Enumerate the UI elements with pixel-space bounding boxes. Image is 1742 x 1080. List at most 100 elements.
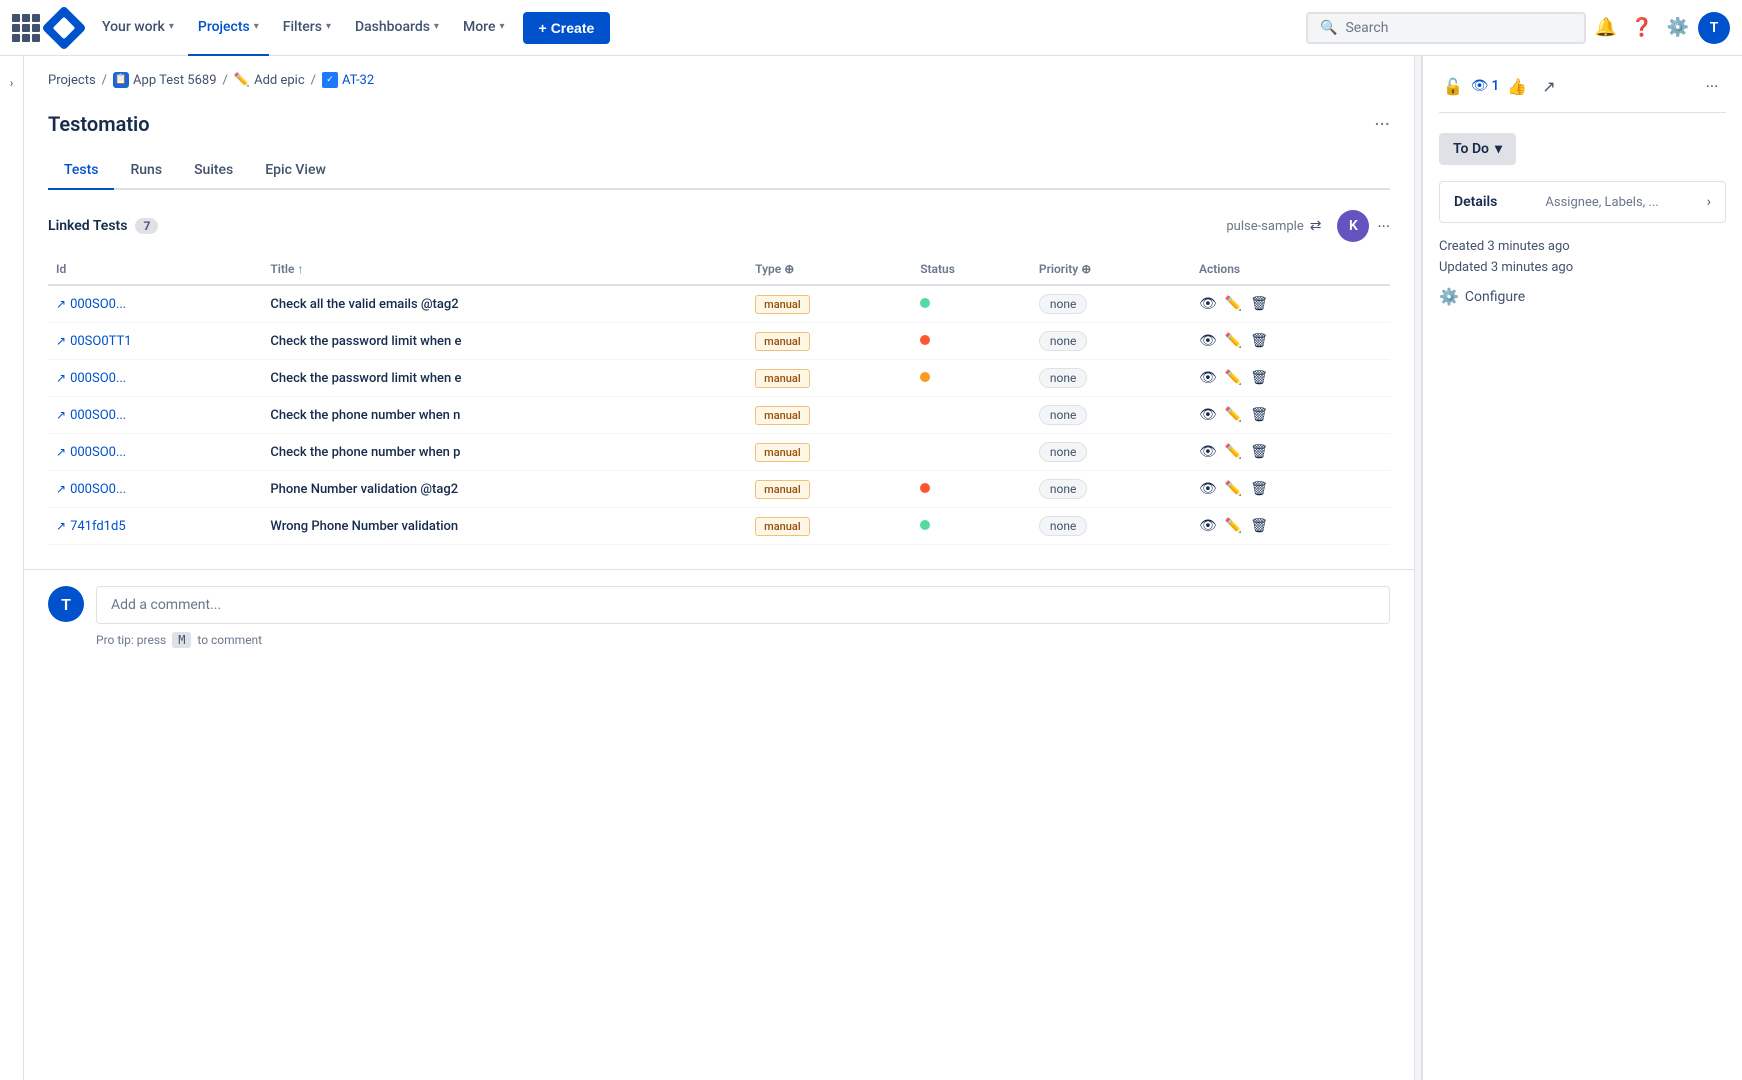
cell-status-2 [912, 360, 1031, 397]
projects-label: Projects [198, 19, 250, 35]
create-button[interactable]: + Create [523, 12, 611, 44]
test-id-link-0[interactable]: ↗ 000SO0... [56, 297, 254, 312]
test-id-link-1[interactable]: ↗ 00SO0TT1 [56, 334, 254, 349]
view-icon-4[interactable]: 👁 [1199, 444, 1217, 460]
edit-icon-6[interactable]: ✏️ [1225, 518, 1242, 534]
help-icon: ❓ [1631, 17, 1653, 38]
your-work-chevron: ▾ [169, 21, 174, 32]
delete-icon-6[interactable]: 🗑 [1250, 518, 1268, 534]
sidebar-toggle[interactable]: › [0, 56, 24, 1080]
tab-suites[interactable]: Suites [178, 152, 249, 190]
dashboards-nav[interactable]: Dashboards ▾ [345, 0, 449, 56]
filters-chevron: ▾ [326, 21, 331, 32]
search-box[interactable]: 🔍 Search [1306, 12, 1586, 44]
cell-title-2: Check the password limit when e [262, 360, 747, 397]
refresh-icon[interactable]: ⇄ [1310, 218, 1322, 234]
delete-icon-4[interactable]: 🗑 [1250, 444, 1268, 460]
view-icon-2[interactable]: 👁 [1199, 370, 1217, 386]
test-id-link-2[interactable]: ↗ 000SO0... [56, 371, 254, 386]
filters-nav[interactable]: Filters ▾ [273, 0, 341, 56]
user-avatar[interactable]: T [1698, 12, 1730, 44]
cell-title-4: Check the phone number when p [262, 434, 747, 471]
jira-logo[interactable] [48, 12, 80, 44]
details-header[interactable]: Details Assignee, Labels, ... › [1439, 181, 1726, 223]
breadcrumb: Projects / 📋 App Test 5689 / ✏️ Add epic… [24, 56, 1414, 96]
action-icons-5: 👁 ✏️ 🗑 [1199, 481, 1382, 497]
lock-icon-button[interactable]: 🔓 [1439, 72, 1467, 100]
notifications-button[interactable]: 🔔 [1590, 12, 1622, 44]
test-id-link-5[interactable]: ↗ 000SO0... [56, 482, 254, 497]
test-id-link-3[interactable]: ↗ 000SO0... [56, 408, 254, 423]
search-icon: 🔍 [1320, 20, 1337, 36]
comment-input[interactable]: Add a comment... [96, 586, 1390, 624]
table-row: ↗ 000SO0... Check the phone number when … [48, 397, 1390, 434]
delete-icon-0[interactable]: 🗑 [1250, 296, 1268, 312]
lock-icon: 🔓 [1443, 77, 1463, 96]
edit-icon-4[interactable]: ✏️ [1225, 444, 1242, 460]
tab-tests[interactable]: Tests [48, 152, 114, 190]
edit-icon-1[interactable]: ✏️ [1225, 333, 1242, 349]
cell-actions-2: 👁 ✏️ 🗑 [1191, 360, 1390, 397]
breadcrumb-ticket[interactable]: ✓ AT-32 [322, 72, 374, 88]
cell-type-2: manual [747, 360, 912, 397]
help-button[interactable]: ❓ [1626, 12, 1658, 44]
projects-nav[interactable]: Projects ▾ [188, 0, 269, 56]
tab-epic-view[interactable]: Epic View [249, 152, 342, 190]
ticket-checkbox-icon: ✓ [322, 72, 338, 88]
more-nav[interactable]: More ▾ [453, 0, 515, 56]
share-button[interactable]: ↗ [1535, 72, 1563, 100]
more-label: More [463, 19, 496, 35]
type-badge-4: manual [755, 443, 810, 462]
your-work-nav[interactable]: Your work ▾ [92, 0, 184, 56]
assignee-avatar[interactable]: K [1337, 210, 1369, 242]
test-id-link-6[interactable]: ↗ 741fd1d5 [56, 519, 254, 534]
share-icon: ↗ [1542, 77, 1555, 96]
edit-icon-0[interactable]: ✏️ [1225, 296, 1242, 312]
view-icon-1[interactable]: 👁 [1199, 333, 1217, 349]
col-status: Status [912, 254, 1031, 285]
edit-icon-3[interactable]: ✏️ [1225, 407, 1242, 423]
status-dot-0 [920, 298, 930, 308]
edit-icon-5[interactable]: ✏️ [1225, 481, 1242, 497]
section-header: Testomatio ··· [48, 112, 1390, 136]
breadcrumb-projects-link[interactable]: Projects [48, 73, 96, 88]
watchers-button[interactable]: 👁 1 [1471, 72, 1499, 100]
test-id-link-4[interactable]: ↗ 000SO0... [56, 445, 254, 460]
configure-button[interactable]: ⚙️ Configure [1439, 287, 1726, 306]
cell-status-4 [912, 434, 1031, 471]
view-icon-0[interactable]: 👁 [1199, 296, 1217, 312]
type-badge-5: manual [755, 480, 810, 499]
cell-actions-5: 👁 ✏️ 🗑 [1191, 471, 1390, 508]
status-dot-6 [920, 520, 930, 530]
created-meta: Created 3 minutes ago [1439, 239, 1726, 254]
details-title: Details [1454, 194, 1497, 210]
tabs-bar: Tests Runs Suites Epic View [48, 152, 1390, 190]
more-options-button[interactable]: ··· [1698, 72, 1726, 100]
linked-tests-more-button[interactable]: ··· [1377, 217, 1390, 236]
filters-label: Filters [283, 19, 322, 35]
type-badge-3: manual [755, 406, 810, 425]
view-icon-3[interactable]: 👁 [1199, 407, 1217, 423]
thumbsup-icon: 👍 [1507, 77, 1527, 96]
action-icons-2: 👁 ✏️ 🗑 [1199, 370, 1382, 386]
grid-menu-icon[interactable] [12, 14, 40, 42]
section-more-button[interactable]: ··· [1374, 112, 1390, 136]
thumbsup-button[interactable]: 👍 [1503, 72, 1531, 100]
delete-icon-3[interactable]: 🗑 [1250, 407, 1268, 423]
right-panel: 🔓 👁 1 👍 ↗ ··· To Do ▾ Details [1422, 56, 1742, 1080]
view-icon-5[interactable]: 👁 [1199, 481, 1217, 497]
tab-runs[interactable]: Runs [114, 152, 178, 190]
delete-icon-1[interactable]: 🗑 [1250, 333, 1268, 349]
table-row: ↗ 00SO0TT1 Check the password limit when… [48, 323, 1390, 360]
settings-button[interactable]: ⚙️ [1662, 12, 1694, 44]
breadcrumb-add-epic[interactable]: ✏️ Add epic [234, 73, 305, 88]
delete-icon-2[interactable]: 🗑 [1250, 370, 1268, 386]
view-icon-6[interactable]: 👁 [1199, 518, 1217, 534]
table-row: ↗ 741fd1d5 Wrong Phone Number validation… [48, 508, 1390, 545]
priority-badge-3: none [1039, 405, 1087, 425]
breadcrumb-project-link[interactable]: App Test 5689 [133, 73, 216, 88]
edit-icon-2[interactable]: ✏️ [1225, 370, 1242, 386]
status-dropdown[interactable]: To Do ▾ [1439, 133, 1516, 165]
details-chevron-icon: › [1707, 194, 1711, 210]
delete-icon-5[interactable]: 🗑 [1250, 481, 1268, 497]
